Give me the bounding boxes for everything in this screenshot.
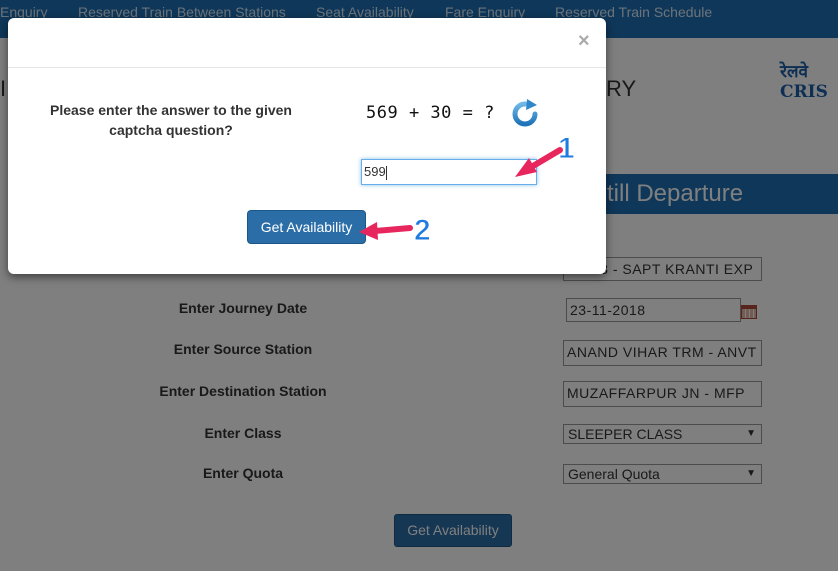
text-caret <box>385 165 387 180</box>
modal-header <box>8 18 606 68</box>
close-icon[interactable]: × <box>578 30 590 53</box>
captcha-prompt: Please enter the answer to the given cap… <box>50 102 292 138</box>
refresh-icon[interactable] <box>510 99 540 129</box>
captcha-answer-value: 599 <box>364 164 386 179</box>
captcha-modal: × Please enter the answer to the given c… <box>8 18 606 274</box>
captcha-question: 569 + 30 = ? <box>366 103 495 123</box>
modal-get-availability-button[interactable]: Get Availability <box>247 210 366 244</box>
captcha-answer-input[interactable]: 599 <box>361 159 537 185</box>
